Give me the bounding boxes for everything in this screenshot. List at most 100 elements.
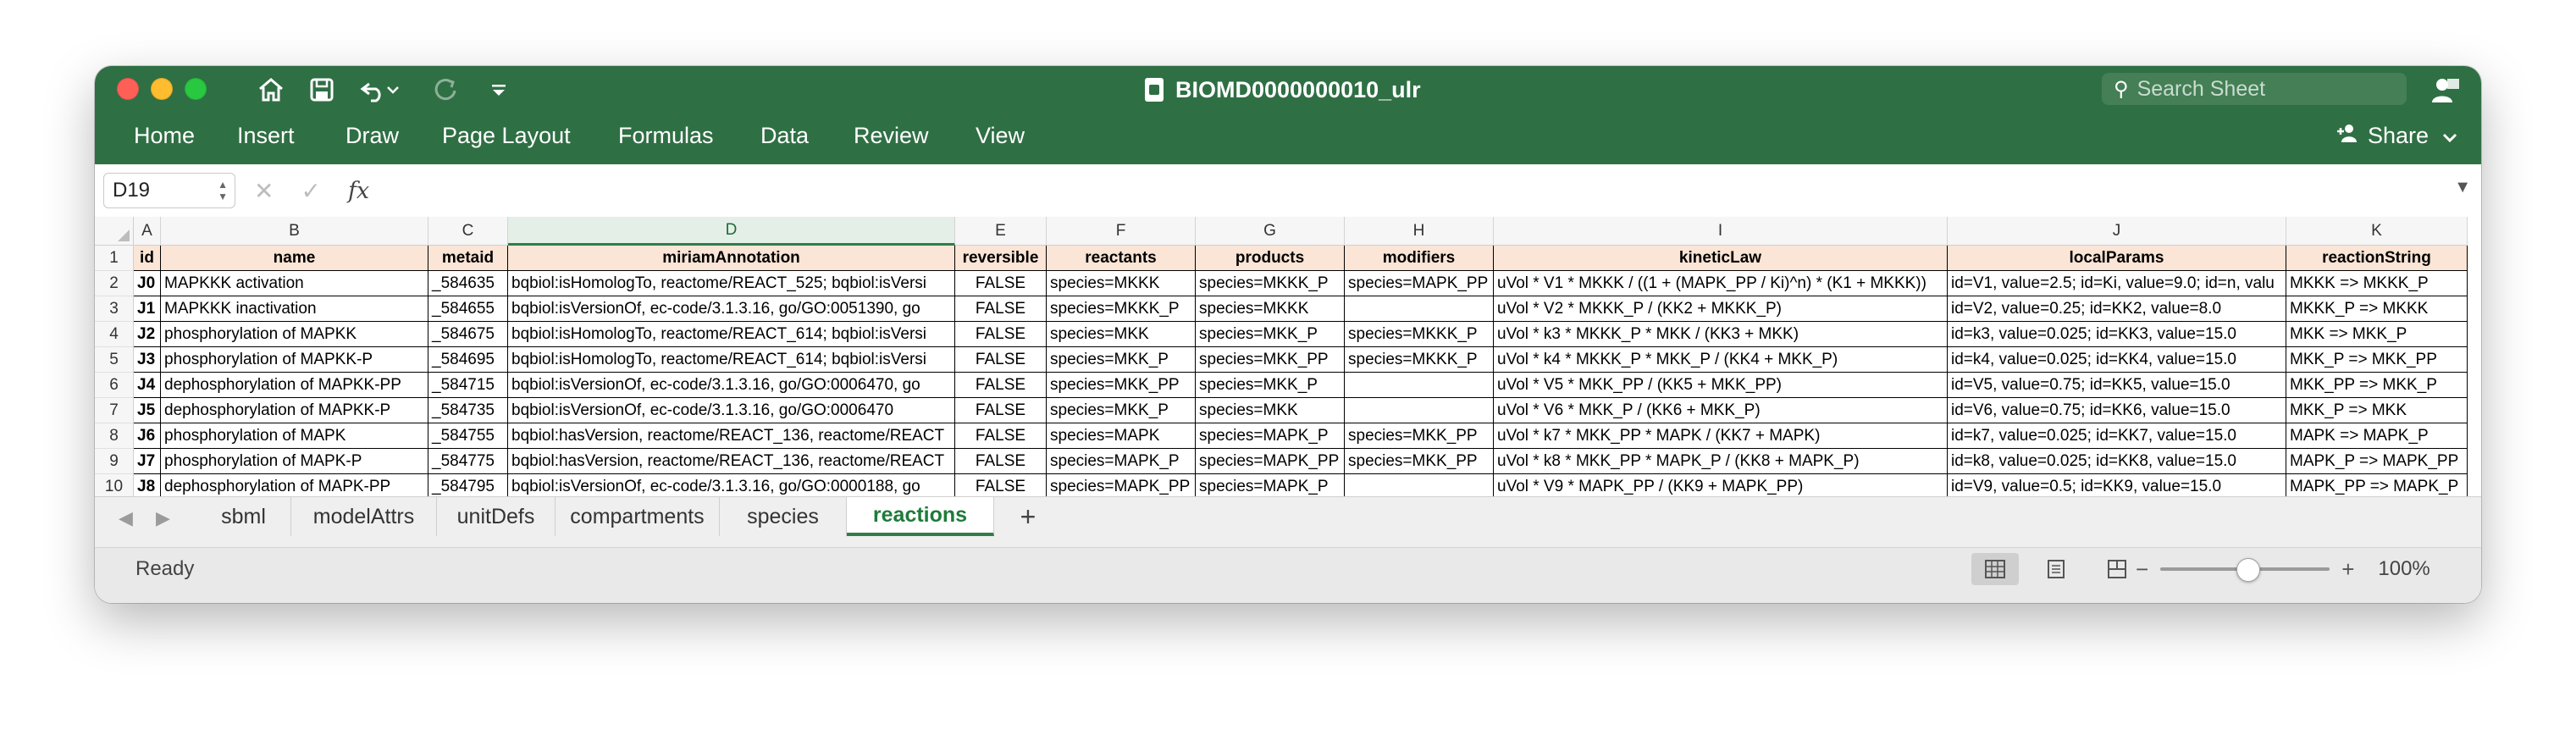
cell-b5[interactable]: phosphorylation of MAPKK-P: [161, 347, 428, 373]
row-header-4[interactable]: 4: [95, 322, 134, 347]
cell-f3[interactable]: species=MKKK_P: [1047, 296, 1196, 322]
tab-data[interactable]: Data: [760, 113, 809, 158]
sheet-tab-sbml[interactable]: sbml: [196, 497, 291, 536]
share-button[interactable]: Share: [2336, 113, 2457, 158]
header-cell-a[interactable]: id: [134, 246, 161, 271]
row-header-6[interactable]: 6: [95, 373, 134, 398]
cell-a6[interactable]: J4: [134, 373, 161, 398]
cell-c8[interactable]: _584755: [428, 423, 508, 449]
cell-g6[interactable]: species=MKK_P: [1196, 373, 1345, 398]
sheet-tab-unitdefs[interactable]: unitDefs: [437, 497, 556, 536]
cell-c9[interactable]: _584775: [428, 449, 508, 474]
cell-b8[interactable]: phosphorylation of MAPK: [161, 423, 428, 449]
cell-i4[interactable]: uVol * k3 * MKKK_P * MKK / (KK3 + MKK): [1494, 322, 1948, 347]
cell-a3[interactable]: J1: [134, 296, 161, 322]
cell-g4[interactable]: species=MKK_P: [1196, 322, 1345, 347]
cell-c4[interactable]: _584675: [428, 322, 508, 347]
cell-a9[interactable]: J7: [134, 449, 161, 474]
zoom-slider-thumb[interactable]: [2236, 558, 2261, 582]
cell-i6[interactable]: uVol * V5 * MKK_PP / (KK5 + MKK_PP): [1494, 373, 1948, 398]
cell-k4[interactable]: MKK => MKK_P: [2286, 322, 2468, 347]
page-break-view-icon[interactable]: [2093, 553, 2141, 585]
cell-d5[interactable]: bqbiol:isHomologTo, reactome/REACT_614; …: [508, 347, 955, 373]
column-header-b[interactable]: B: [161, 217, 428, 246]
row-header-8[interactable]: 8: [95, 423, 134, 449]
cell-i8[interactable]: uVol * k7 * MKK_PP * MAPK / (KK7 + MAPK): [1494, 423, 1948, 449]
column-header-g[interactable]: G: [1196, 217, 1345, 246]
account-icon[interactable]: [2425, 73, 2466, 107]
row-header-5[interactable]: 5: [95, 347, 134, 373]
next-sheet-icon[interactable]: ▶: [156, 507, 170, 529]
header-cell-b[interactable]: name: [161, 246, 428, 271]
zoom-percentage[interactable]: 100%: [2378, 557, 2430, 581]
confirm-icon[interactable]: ✓: [301, 177, 320, 205]
cell-g9[interactable]: species=MAPK_PP: [1196, 449, 1345, 474]
cell-j9[interactable]: id=k8, value=0.025; id=KK8, value=15.0: [1948, 449, 2286, 474]
cancel-icon[interactable]: ✕: [254, 177, 274, 205]
previous-sheet-icon[interactable]: ◀: [119, 507, 133, 529]
cell-j8[interactable]: id=k7, value=0.025; id=KK7, value=15.0: [1948, 423, 2286, 449]
cell-d6[interactable]: bqbiol:isVersionOf, ec-code/3.1.3.16, go…: [508, 373, 955, 398]
cell-e2[interactable]: FALSE: [955, 271, 1047, 296]
undo-icon[interactable]: [354, 73, 405, 107]
cell-j2[interactable]: id=V1, value=2.5; id=Ki, value=9.0; id=n…: [1948, 271, 2286, 296]
zoom-in-button[interactable]: +: [2341, 556, 2354, 583]
cell-k2[interactable]: MKKK => MKKK_P: [2286, 271, 2468, 296]
zoom-out-button[interactable]: −: [2136, 556, 2148, 583]
cell-d7[interactable]: bqbiol:isVersionOf, ec-code/3.1.3.16, go…: [508, 398, 955, 423]
header-cell-i[interactable]: kineticLaw: [1494, 246, 1948, 271]
cell-b6[interactable]: dephosphorylation of MAPKK-PP: [161, 373, 428, 398]
row-header-1[interactable]: 1: [95, 246, 134, 271]
cell-b3[interactable]: MAPKKK inactivation: [161, 296, 428, 322]
cell-h9[interactable]: species=MKK_PP: [1345, 449, 1494, 474]
cell-c5[interactable]: _584695: [428, 347, 508, 373]
add-sheet-button[interactable]: +: [994, 497, 1062, 536]
cell-i2[interactable]: uVol * V1 * MKKK / ((1 + (MAPK_PP / Ki)^…: [1494, 271, 1948, 296]
cell-i7[interactable]: uVol * V6 * MKK_P / (KK6 + MKK_P): [1494, 398, 1948, 423]
formula-input[interactable]: [467, 173, 2430, 208]
cell-j6[interactable]: id=V5, value=0.75; id=KK5, value=15.0: [1948, 373, 2286, 398]
cell-h2[interactable]: species=MAPK_PP: [1345, 271, 1494, 296]
cell-e6[interactable]: FALSE: [955, 373, 1047, 398]
cell-f7[interactable]: species=MKK_P: [1047, 398, 1196, 423]
row-header-9[interactable]: 9: [95, 449, 134, 474]
cell-j5[interactable]: id=k4, value=0.025; id=KK4, value=15.0: [1948, 347, 2286, 373]
cell-d3[interactable]: bqbiol:isVersionOf, ec-code/3.1.3.16, go…: [508, 296, 955, 322]
cell-h3[interactable]: [1345, 296, 1494, 322]
search-sheet-box[interactable]: ⚲ Search Sheet: [2102, 73, 2407, 105]
cell-g2[interactable]: species=MKKK_P: [1196, 271, 1345, 296]
cell-k7[interactable]: MKK_P => MKK: [2286, 398, 2468, 423]
cell-d9[interactable]: bqbiol:hasVersion, reactome/REACT_136, r…: [508, 449, 955, 474]
cell-f4[interactable]: species=MKK: [1047, 322, 1196, 347]
header-cell-e[interactable]: reversible: [955, 246, 1047, 271]
cell-g7[interactable]: species=MKK: [1196, 398, 1345, 423]
customize-toolbar-icon[interactable]: [484, 73, 513, 107]
cell-k5[interactable]: MKK_P => MKK_PP: [2286, 347, 2468, 373]
cell-k9[interactable]: MAPK_P => MAPK_PP: [2286, 449, 2468, 474]
header-cell-d[interactable]: miriamAnnotation: [508, 246, 955, 271]
minimize-window-button[interactable]: [151, 78, 173, 100]
cell-f8[interactable]: species=MAPK: [1047, 423, 1196, 449]
sheet-tab-reactions[interactable]: reactions: [847, 497, 994, 536]
expand-formula-bar-icon[interactable]: ▼: [2454, 178, 2471, 197]
cell-d2[interactable]: bqbiol:isHomologTo, reactome/REACT_525; …: [508, 271, 955, 296]
cell-c3[interactable]: _584655: [428, 296, 508, 322]
cell-i5[interactable]: uVol * k4 * MKKK_P * MKK_P / (KK4 + MKK_…: [1494, 347, 1948, 373]
cell-b7[interactable]: dephosphorylation of MAPKK-P: [161, 398, 428, 423]
row-header-3[interactable]: 3: [95, 296, 134, 322]
cell-h7[interactable]: [1345, 398, 1494, 423]
cell-a4[interactable]: J2: [134, 322, 161, 347]
insert-function-icon[interactable]: fx: [348, 178, 369, 204]
redo-icon[interactable]: [427, 73, 464, 107]
header-cell-c[interactable]: metaid: [428, 246, 508, 271]
cell-f9[interactable]: species=MAPK_P: [1047, 449, 1196, 474]
column-header-e[interactable]: E: [955, 217, 1047, 246]
cell-e7[interactable]: FALSE: [955, 398, 1047, 423]
column-header-i[interactable]: I: [1494, 217, 1948, 246]
cell-a5[interactable]: J3: [134, 347, 161, 373]
home-icon[interactable]: [252, 73, 290, 107]
cell-h8[interactable]: species=MKK_PP: [1345, 423, 1494, 449]
tab-formulas[interactable]: Formulas: [618, 113, 714, 158]
cell-e8[interactable]: FALSE: [955, 423, 1047, 449]
header-cell-j[interactable]: localParams: [1948, 246, 2286, 271]
